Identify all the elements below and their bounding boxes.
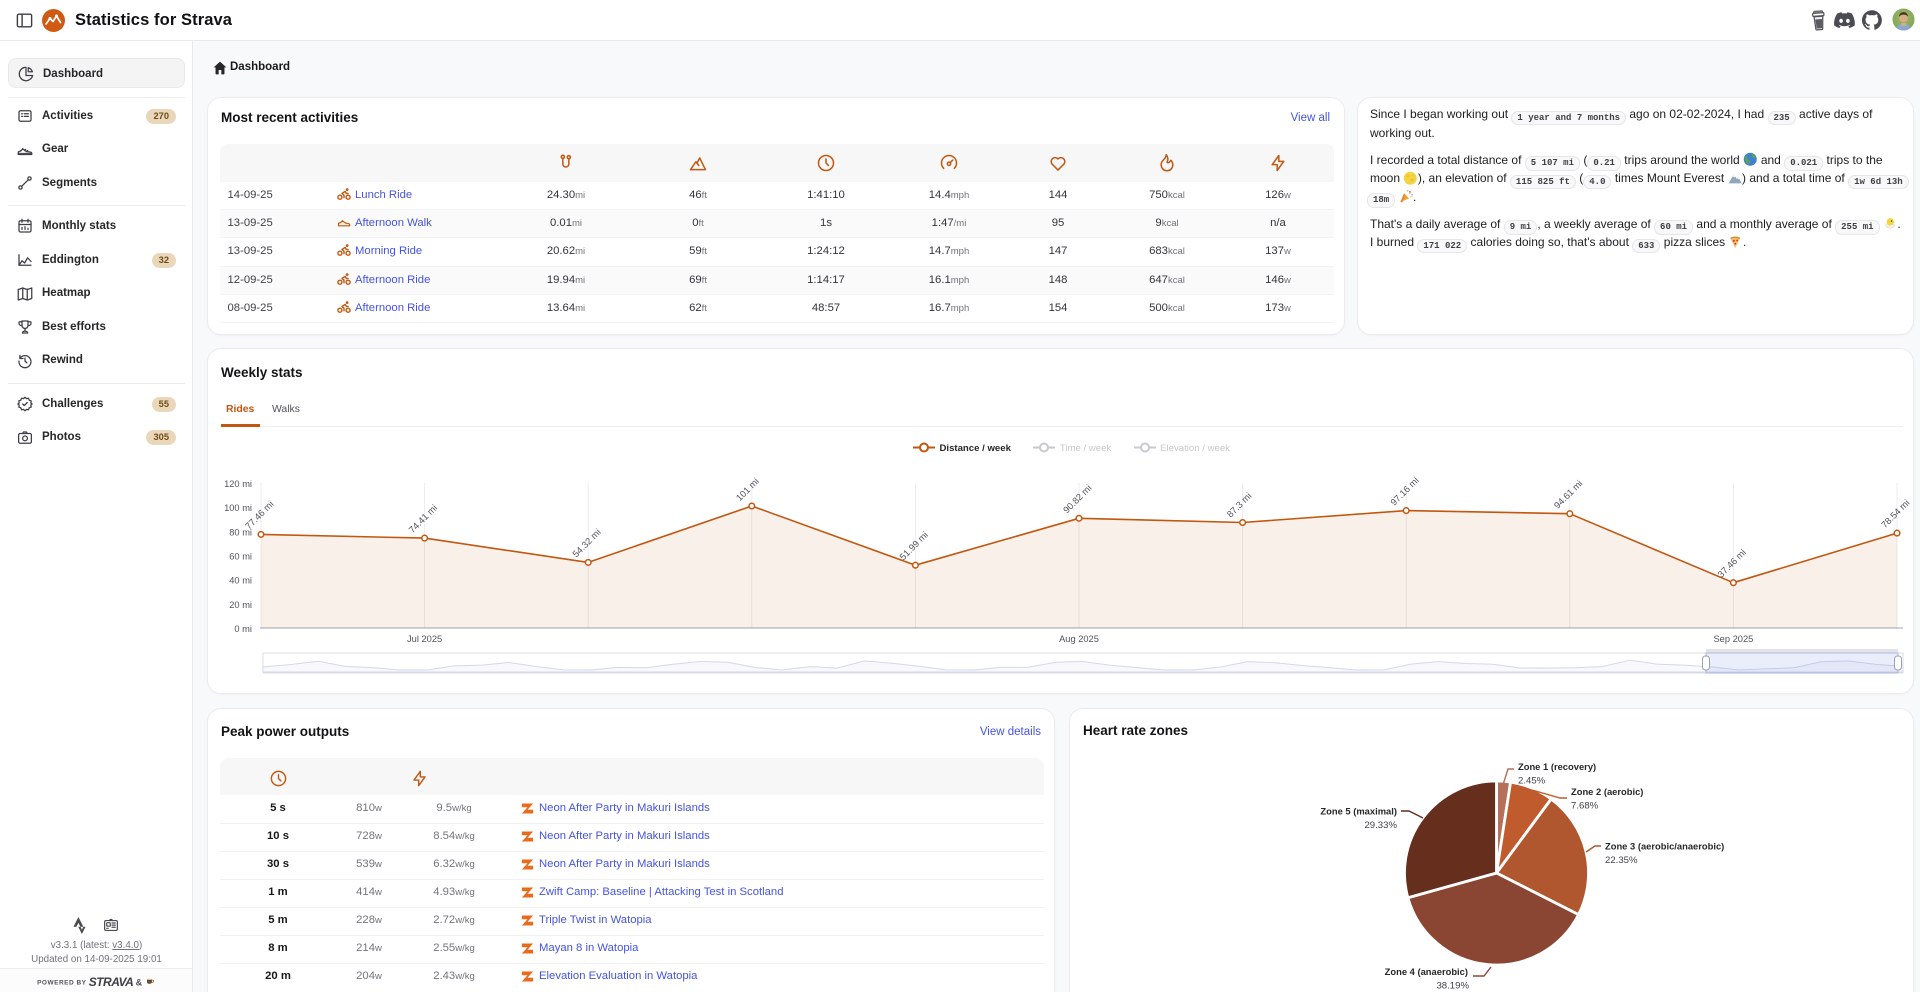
svg-text:37.46 mi: 37.46 mi bbox=[1716, 547, 1748, 579]
svg-text:Zone 5 (maximal): Zone 5 (maximal) bbox=[1320, 806, 1397, 817]
svg-text:Sep 2025: Sep 2025 bbox=[1713, 634, 1753, 644]
svg-text:78.54 mi: 78.54 mi bbox=[1879, 498, 1911, 530]
svg-text:100 mi: 100 mi bbox=[224, 503, 252, 513]
svg-text:120 mi: 120 mi bbox=[224, 479, 252, 489]
svg-text:101 mi: 101 mi bbox=[734, 476, 761, 503]
svg-text:0 mi: 0 mi bbox=[234, 624, 252, 634]
svg-text:29.33%: 29.33% bbox=[1364, 820, 1397, 831]
svg-text:Zone 4 (anaerobic): Zone 4 (anaerobic) bbox=[1385, 966, 1468, 977]
svg-text:Zone 3 (aerobic/anaerobic): Zone 3 (aerobic/anaerobic) bbox=[1605, 841, 1724, 852]
svg-text:7.68%: 7.68% bbox=[1571, 801, 1599, 812]
svg-text:40 mi: 40 mi bbox=[229, 576, 252, 586]
svg-text:20 mi: 20 mi bbox=[229, 600, 252, 610]
svg-text:2.45%: 2.45% bbox=[1518, 776, 1546, 787]
svg-text:97.16 mi: 97.16 mi bbox=[1389, 475, 1421, 507]
svg-text:Aug 2025: Aug 2025 bbox=[1059, 634, 1099, 644]
svg-text:94.61 mi: 94.61 mi bbox=[1552, 478, 1584, 510]
svg-text:51.99 mi: 51.99 mi bbox=[898, 530, 930, 562]
svg-text:74.41 mi: 74.41 mi bbox=[407, 503, 439, 535]
svg-text:22.35%: 22.35% bbox=[1605, 855, 1638, 866]
svg-text:90.82 mi: 90.82 mi bbox=[1061, 483, 1093, 515]
svg-text:Zone 1 (recovery): Zone 1 (recovery) bbox=[1518, 761, 1596, 772]
svg-text:54.32 mi: 54.32 mi bbox=[571, 527, 603, 559]
svg-text:60 mi: 60 mi bbox=[229, 552, 252, 562]
svg-text:38.19%: 38.19% bbox=[1436, 981, 1469, 992]
svg-text:Zone 2 (aerobic): Zone 2 (aerobic) bbox=[1571, 786, 1643, 797]
svg-text:87.3 mi: 87.3 mi bbox=[1225, 491, 1254, 520]
svg-text:Jul 2025: Jul 2025 bbox=[407, 634, 442, 644]
